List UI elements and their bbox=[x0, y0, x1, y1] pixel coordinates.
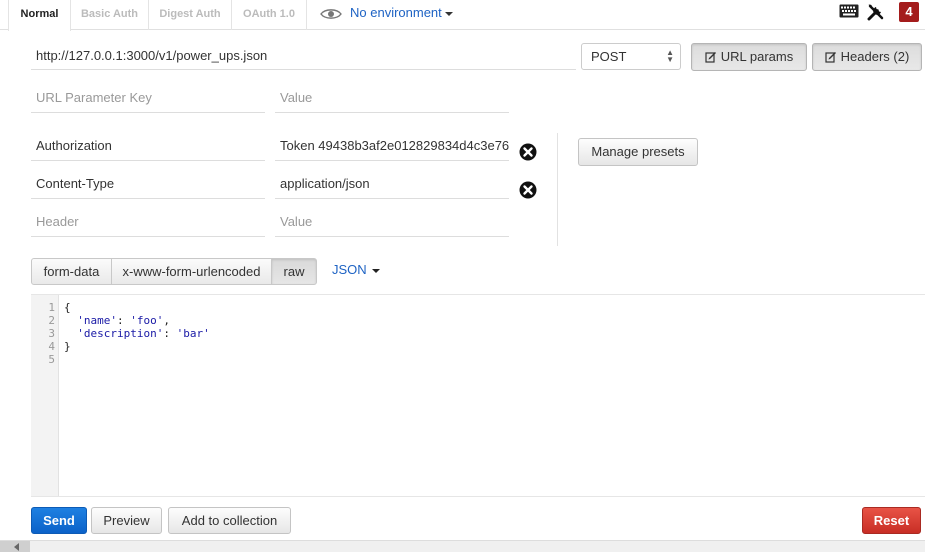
url-param-value-input[interactable]: Value bbox=[275, 83, 509, 113]
header-value-input[interactable]: Value bbox=[275, 207, 509, 237]
manage-presets-button[interactable]: Manage presets bbox=[578, 138, 698, 166]
header-value-input[interactable]: Token 49438b3af2e012829834d4c3e76 bbox=[275, 131, 509, 161]
tab-normal[interactable]: Normal bbox=[8, 0, 71, 31]
body-mode-urlencoded[interactable]: x-www-form-urlencoded bbox=[111, 258, 272, 285]
code-line: 'description': 'bar' bbox=[77, 327, 210, 340]
select-arrows-icon: ▲ ▼ bbox=[666, 48, 674, 64]
notification-badge[interactable]: 4 bbox=[899, 2, 919, 22]
code-line: 'name': 'foo', bbox=[77, 314, 170, 327]
line-number-gutter: 1 2 3 4 5 bbox=[31, 295, 59, 496]
method-value: POST bbox=[591, 49, 627, 64]
code-line: } bbox=[64, 340, 71, 353]
line-number: 5 bbox=[48, 353, 55, 366]
divider bbox=[557, 133, 558, 246]
url-param-key-input[interactable]: URL Parameter Key bbox=[31, 83, 265, 113]
header-key-input[interactable]: Header bbox=[31, 207, 265, 237]
line-number: 1 bbox=[48, 301, 55, 314]
auth-tab-bar: Normal Basic Auth Digest Auth OAuth 1.0 … bbox=[0, 0, 925, 31]
line-number: 2 bbox=[48, 314, 55, 327]
request-url-input[interactable] bbox=[31, 42, 576, 70]
header-value-input[interactable]: application/json bbox=[275, 169, 509, 199]
language-selector[interactable]: JSON bbox=[332, 262, 380, 277]
horizontal-scrollbar[interactable] bbox=[0, 540, 925, 552]
url-params-label: URL params bbox=[720, 49, 794, 64]
code-line: { bbox=[64, 301, 71, 314]
line-number: 4 bbox=[48, 340, 55, 353]
send-button[interactable]: Send bbox=[31, 507, 87, 534]
eye-icon bbox=[320, 8, 342, 19]
headers-button[interactable]: Headers (2) bbox=[812, 43, 922, 71]
remove-header-icon[interactable] bbox=[519, 143, 537, 161]
header-key-input[interactable]: Content-Type bbox=[31, 169, 265, 199]
headers-label: Headers (2) bbox=[840, 49, 910, 64]
tab-digest-auth[interactable]: Digest Auth bbox=[149, 0, 232, 30]
edit-icon bbox=[825, 52, 836, 63]
chevron-down-icon bbox=[444, 11, 453, 16]
environment-selector[interactable]: No environment bbox=[320, 0, 453, 26]
preview-button[interactable]: Preview bbox=[91, 507, 162, 534]
edit-icon bbox=[705, 52, 716, 63]
body-mode-form-data[interactable]: form-data bbox=[31, 258, 112, 285]
language-label: JSON bbox=[332, 262, 367, 277]
wrench-icon[interactable] bbox=[867, 3, 885, 21]
remove-header-icon[interactable] bbox=[519, 181, 537, 199]
add-to-collection-button[interactable]: Add to collection bbox=[168, 507, 291, 534]
environment-label: No environment bbox=[350, 5, 442, 20]
keyboard-icon[interactable] bbox=[839, 4, 859, 18]
method-select[interactable]: POST ▲ ▼ bbox=[581, 43, 681, 70]
url-params-button[interactable]: URL params bbox=[691, 43, 807, 71]
tab-oauth[interactable]: OAuth 1.0 bbox=[232, 0, 307, 30]
reset-button[interactable]: Reset bbox=[862, 507, 921, 534]
line-number: 3 bbox=[48, 327, 55, 340]
body-editor[interactable]: 1 2 3 4 5 { 'name': 'foo', 'description'… bbox=[31, 294, 925, 497]
header-key-input[interactable]: Authorization bbox=[31, 131, 265, 161]
tab-basic-auth[interactable]: Basic Auth bbox=[71, 0, 149, 30]
chevron-down-icon bbox=[371, 268, 380, 273]
body-mode-raw[interactable]: raw bbox=[271, 258, 317, 285]
scroll-left-icon[interactable] bbox=[14, 543, 19, 551]
